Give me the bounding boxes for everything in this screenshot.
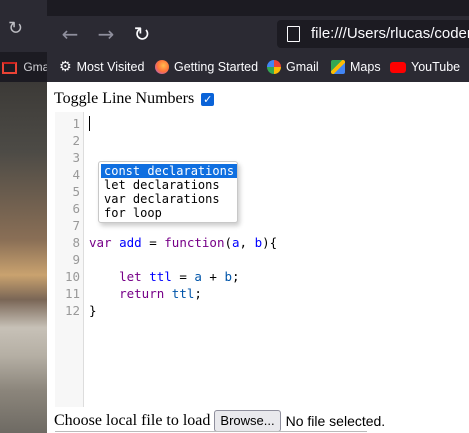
line-number: 5 bbox=[72, 184, 80, 199]
bookmark-label: Gmail bbox=[286, 60, 319, 74]
code-text: ; bbox=[232, 269, 240, 284]
file-load-label: Choose local file to load bbox=[54, 412, 211, 429]
toggle-line-numbers-checkbox[interactable]: ✓ bbox=[201, 92, 215, 106]
browse-button[interactable]: Browse... bbox=[214, 410, 281, 432]
line-number: 1 bbox=[72, 116, 80, 131]
url-bar[interactable]: file:///Users/rlucas/codem bbox=[277, 20, 469, 48]
code-variable: ttl bbox=[171, 286, 195, 301]
background-bookmark-bar: Gmai bbox=[0, 52, 47, 82]
code-keyword: return bbox=[119, 286, 165, 301]
firefox-icon bbox=[155, 60, 169, 74]
page-icon bbox=[287, 26, 300, 42]
code-keyword: function bbox=[164, 235, 225, 250]
arrow-left-icon: ← bbox=[61, 22, 79, 46]
line-number: 8 bbox=[72, 235, 80, 250]
tab-strip bbox=[47, 0, 469, 16]
line-number: 2 bbox=[72, 133, 80, 148]
bookmark-most-visited[interactable]: ⚙ Most Visited bbox=[59, 52, 144, 82]
gear-icon: ⚙ bbox=[59, 59, 72, 75]
line-number: 7 bbox=[72, 218, 80, 233]
file-load-row: Choose local file to load Browse... No f… bbox=[54, 410, 385, 432]
code-variable: b bbox=[224, 269, 233, 284]
bookmarks-toolbar: ⚙ Most Visited Getting Started Gmail Map… bbox=[47, 52, 469, 82]
code-variable: a bbox=[194, 269, 202, 284]
background-titlebar: ↻ bbox=[0, 0, 47, 52]
code-editor[interactable]: 1 2 3 4 5 6 7 8 9 10 11 12 var add = fun… bbox=[55, 112, 415, 407]
bookmark-label: Maps bbox=[350, 60, 381, 74]
file-status-text: No file selected. bbox=[285, 413, 386, 429]
autocomplete-dropdown: const declarations let declarations var … bbox=[98, 161, 238, 223]
url-text: file:///Users/rlucas/codem bbox=[311, 25, 469, 42]
code-line-8: var add = function(a, b){ bbox=[89, 234, 277, 251]
google-icon bbox=[267, 60, 281, 74]
code-line-10: let ttl = a + b; bbox=[89, 268, 240, 285]
page-content: Toggle Line Numbers ✓ 1 2 3 4 5 6 7 8 9 … bbox=[47, 82, 469, 433]
line-number: 10 bbox=[64, 269, 80, 284]
forward-button[interactable]: → bbox=[91, 16, 121, 52]
background-window: ↻ Gmai bbox=[0, 0, 47, 433]
maps-icon bbox=[331, 60, 345, 74]
text-cursor bbox=[89, 116, 90, 131]
line-number: 3 bbox=[72, 150, 80, 165]
code-line-11: return ttl; bbox=[89, 285, 202, 302]
background-bookmark-label: Gmai bbox=[23, 60, 47, 74]
bookmark-label: YouTube bbox=[411, 60, 461, 74]
toggle-line-numbers-label: Toggle Line Numbers bbox=[54, 90, 195, 107]
code-text: ; bbox=[194, 286, 202, 301]
divider bbox=[55, 431, 367, 432]
code-keyword: let bbox=[119, 269, 142, 284]
autocomplete-option[interactable]: var declarations bbox=[101, 192, 223, 206]
navigation-toolbar: ← → ↻ file:///Users/rlucas/codem bbox=[47, 16, 469, 52]
code-text: = bbox=[171, 269, 195, 284]
code-text: + bbox=[201, 269, 225, 284]
desktop-wallpaper-image bbox=[0, 82, 47, 433]
code-keyword: var bbox=[89, 235, 112, 250]
code-param: b bbox=[254, 235, 263, 250]
line-number: 6 bbox=[72, 201, 80, 216]
gmail-icon bbox=[2, 61, 17, 74]
reload-icon: ↻ bbox=[133, 22, 151, 46]
reload-button[interactable]: ↻ bbox=[127, 16, 157, 52]
arrow-right-icon: → bbox=[97, 22, 115, 46]
bookmark-maps[interactable]: Maps bbox=[331, 52, 381, 82]
code-definition: ttl bbox=[149, 269, 172, 284]
code-text: , bbox=[239, 235, 255, 250]
bookmark-gmail[interactable]: Gmail bbox=[267, 52, 319, 82]
bookmark-label: Getting Started bbox=[174, 60, 259, 74]
line-number: 12 bbox=[64, 303, 80, 318]
toggle-line-numbers-row: Toggle Line Numbers ✓ bbox=[54, 90, 215, 108]
bookmark-label: Most Visited bbox=[76, 60, 145, 74]
code-definition: add bbox=[119, 235, 142, 250]
line-number: 9 bbox=[72, 252, 80, 267]
code-text: ){ bbox=[262, 235, 278, 250]
bookmark-getting-started[interactable]: Getting Started bbox=[155, 52, 258, 82]
code-line-12: } bbox=[89, 303, 97, 318]
code-param: a bbox=[232, 235, 240, 250]
autocomplete-option[interactable]: let declarations bbox=[101, 178, 223, 192]
reload-icon: ↻ bbox=[8, 18, 24, 38]
line-number: 4 bbox=[72, 167, 80, 182]
autocomplete-option[interactable]: for loop bbox=[101, 206, 165, 220]
line-number: 11 bbox=[64, 286, 80, 301]
bookmark-youtube[interactable]: YouTube bbox=[390, 52, 460, 82]
youtube-icon bbox=[390, 61, 406, 73]
code-text: = bbox=[141, 235, 165, 250]
autocomplete-option[interactable]: const declarations bbox=[101, 164, 238, 178]
line-number-gutter: 1 2 3 4 5 6 7 8 9 10 11 12 bbox=[55, 112, 84, 407]
code-text: ( bbox=[224, 235, 233, 250]
back-button[interactable]: ← bbox=[55, 16, 85, 52]
